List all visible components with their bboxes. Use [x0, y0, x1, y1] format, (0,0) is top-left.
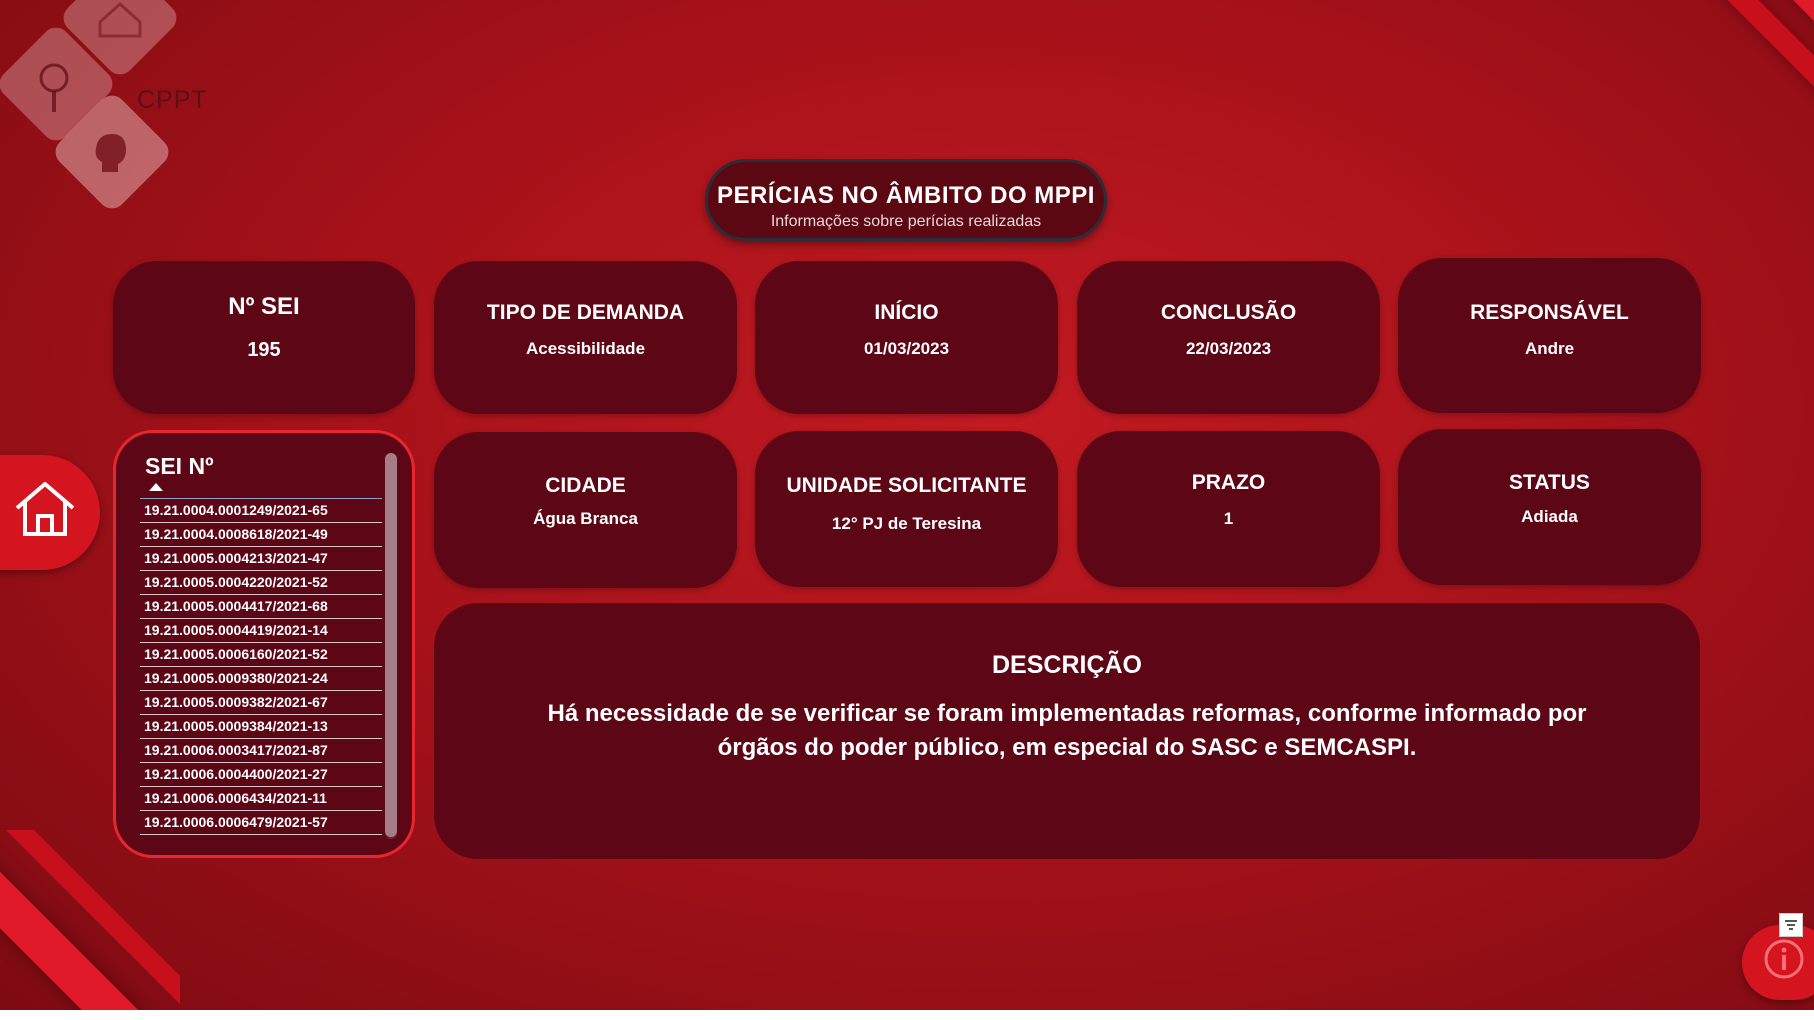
card-prazo-value: 1 — [1223, 509, 1234, 528]
card-tipo-demanda: TIPO DE DEMANDA Acessibilidade — [434, 261, 737, 414]
card-conclusao: CONCLUSÃO 22/03/2023 — [1077, 261, 1380, 414]
card-cidade-label: CIDADE — [545, 474, 626, 497]
sei-list-item[interactable]: 19.21.0006.0006479/2021-57 — [140, 811, 382, 835]
card-prazo-label: PRAZO — [1191, 471, 1266, 494]
card-status: STATUS Adiada — [1398, 429, 1701, 585]
sei-list-item[interactable]: 19.21.0005.0006160/2021-52 — [140, 643, 382, 667]
sei-list-item[interactable]: 19.21.0005.0004419/2021-14 — [140, 619, 382, 643]
card-unidade-value: 12° PJ de Teresina — [831, 514, 982, 533]
card-status-label: STATUS — [1509, 471, 1590, 494]
filter-icon[interactable] — [1779, 913, 1803, 937]
corner-stripes-top-right — [1614, 0, 1814, 200]
logo-text: CPPT — [137, 86, 208, 114]
sei-list-item[interactable]: 19.21.0005.0004417/2021-68 — [140, 595, 382, 619]
card-sei-label: Nº SEI — [228, 293, 300, 320]
bottom-strip — [0, 1010, 1814, 1020]
card-status-value: Adiada — [1521, 507, 1578, 526]
card-tipo-value: Acessibilidade — [525, 339, 646, 358]
card-unidade-label: UNIDADE SOLICITANTE — [786, 474, 1027, 497]
card-conclusao-value: 22/03/2023 — [1185, 339, 1272, 358]
sort-ascending-icon[interactable] — [149, 483, 163, 491]
home-icon — [15, 482, 75, 536]
card-sei: Nº SEI 195 — [113, 261, 415, 414]
card-unidade-solicitante: UNIDADE SOLICITANTE 12° PJ de Teresina — [755, 431, 1058, 587]
cppt-logo: CPPT — [0, 0, 210, 250]
sei-list-item[interactable]: 19.21.0004.0001249/2021-65 — [140, 498, 382, 523]
sei-list-item[interactable]: 19.21.0005.0009384/2021-13 — [140, 715, 382, 739]
card-cidade: CIDADE Água Branca — [434, 432, 737, 588]
card-inicio-label: INÍCIO — [874, 301, 939, 324]
card-inicio: INÍCIO 01/03/2023 — [755, 261, 1058, 414]
card-conclusao-label: CONCLUSÃO — [1160, 301, 1297, 324]
descricao-label: DESCRIÇÃO — [991, 651, 1142, 679]
sei-list-item[interactable]: 19.21.0005.0009382/2021-67 — [140, 691, 382, 715]
page-title-badge: PERÍCIAS NO ÂMBITO DO MPPI Informações s… — [705, 159, 1107, 241]
card-descricao: DESCRIÇÃO Há necessidade de se verificar… — [434, 603, 1700, 859]
card-sei-value: 195 — [247, 339, 281, 361]
sei-list-scroll-thumb[interactable] — [385, 453, 397, 837]
sei-list-rows: 19.21.0004.0001249/2021-65 19.21.0004.000… — [140, 498, 382, 835]
info-button[interactable] — [1742, 925, 1814, 1000]
sei-list-item[interactable]: 19.21.0006.0004400/2021-27 — [140, 763, 382, 787]
card-responsavel-value: Andre — [1524, 339, 1575, 358]
descricao-text: Há necessidade de se verificar se foram … — [547, 700, 1587, 761]
sei-list-item[interactable]: 19.21.0006.0003417/2021-87 — [140, 739, 382, 763]
home-button[interactable] — [0, 455, 100, 570]
sei-list-item[interactable]: 19.21.0005.0009380/2021-24 — [140, 667, 382, 691]
info-icon — [1764, 939, 1804, 979]
card-cidade-value: Água Branca — [533, 509, 638, 528]
card-responsavel-label: RESPONSÁVEL — [1470, 301, 1629, 324]
card-inicio-value: 01/03/2023 — [863, 339, 950, 358]
card-prazo: PRAZO 1 — [1077, 431, 1380, 587]
card-tipo-label: TIPO DE DEMANDA — [486, 301, 685, 324]
sei-list-slicer[interactable]: SEI Nº 19.21.0004.0001249/2021-65 19.21.0… — [113, 430, 415, 858]
sei-list-header[interactable]: SEI Nº — [145, 453, 213, 480]
sei-list-item[interactable]: 19.21.0006.0006434/2021-11 — [140, 787, 382, 811]
card-responsavel: RESPONSÁVEL Andre — [1398, 258, 1701, 413]
page-subtitle: Informações sobre perícias realizadas — [770, 213, 1042, 230]
sei-list-item[interactable]: 19.21.0005.0004220/2021-52 — [140, 571, 382, 595]
sei-list-item[interactable]: 19.21.0005.0004213/2021-47 — [140, 547, 382, 571]
sei-list-item[interactable]: 19.21.0004.0008618/2021-49 — [140, 523, 382, 547]
sei-list-scrollbar[interactable] — [385, 453, 397, 839]
page-title: PERÍCIAS NO ÂMBITO DO MPPI — [717, 182, 1095, 209]
